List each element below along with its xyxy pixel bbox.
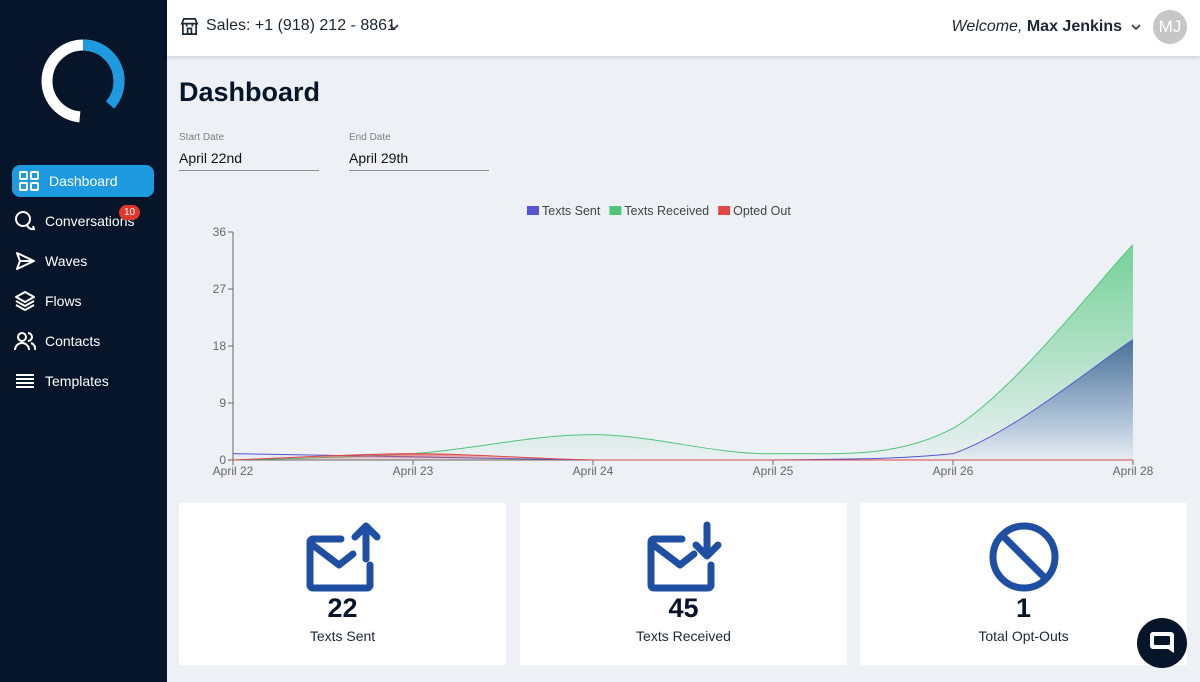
total-opt-outs-value: 1 xyxy=(1015,593,1032,623)
x-tick-label: April 25 xyxy=(753,464,794,478)
chat-icon xyxy=(1150,632,1174,653)
sidebar-item-label: Dashboard xyxy=(49,173,118,189)
start-date-value: April 22nd xyxy=(179,150,243,166)
chevron-down-icon[interactable] xyxy=(387,20,401,34)
y-tick-label: 18 xyxy=(213,339,227,353)
sidebar-item-waves[interactable]: Waves xyxy=(12,245,154,277)
legend-swatch-opted-out xyxy=(718,206,731,215)
user-name: Max Jenkins xyxy=(1026,18,1122,35)
x-tick-label: April 28 xyxy=(1113,464,1154,478)
sidebar-item-contacts[interactable]: Contacts xyxy=(12,325,154,357)
x-tick-label: April 24 xyxy=(573,464,614,478)
top-bar: Sales: +1 (918) 212 - 8861 Welcome, Max … xyxy=(167,0,1200,56)
chevron-down-icon[interactable] xyxy=(1129,20,1143,34)
send-icon xyxy=(14,250,36,272)
x-tick-label: April 23 xyxy=(393,464,434,478)
texts-sent-label: Texts Sent xyxy=(309,628,376,644)
chat-widget-button[interactable] xyxy=(1137,618,1187,668)
list-icon xyxy=(14,370,36,392)
sidebar-item-conversations[interactable]: Conversations 10 xyxy=(12,205,154,237)
y-tick-label: 9 xyxy=(219,396,226,410)
layers-icon xyxy=(14,290,36,312)
sidebar-nav: Dashboard Conversations 10 Waves Flows C… xyxy=(12,165,154,405)
end-date-field[interactable]: End Date April 29th xyxy=(349,130,489,171)
legend-swatch-texts-sent xyxy=(527,206,539,215)
texts-chart: 09182736April 22 April 23 April 24 April 25… xyxy=(213,204,1154,478)
legend-label-texts-received: Texts Received xyxy=(624,204,709,218)
end-date-value: April 29th xyxy=(349,150,409,166)
card-texts-sent: 22 Texts Sent xyxy=(179,503,506,665)
sidebar-item-label: Contacts xyxy=(45,333,101,349)
welcome-prefix: Welcome, xyxy=(951,18,1023,35)
avatar[interactable]: MJ xyxy=(1153,10,1187,44)
sidebar-item-templates[interactable]: Templates xyxy=(12,365,154,397)
sidebar: Dashboard Conversations 10 Waves Flows C… xyxy=(0,0,167,682)
sidebar-item-label: Waves xyxy=(45,253,88,269)
block-icon xyxy=(989,522,1058,592)
card-texts-received: 45 Texts Received xyxy=(520,503,847,665)
page-title: Dashboard xyxy=(179,77,321,107)
start-date-label: Start Date xyxy=(179,132,225,143)
app-logo[interactable] xyxy=(40,38,126,124)
sidebar-item-flows[interactable]: Flows xyxy=(12,285,154,317)
legend-label-opted-out: Opted Out xyxy=(733,204,791,218)
end-date-label: End Date xyxy=(349,132,391,143)
start-date-field[interactable]: Start Date April 22nd xyxy=(179,130,319,171)
x-tick-label: April 26 xyxy=(933,464,974,478)
mail-receive-icon xyxy=(647,521,721,592)
texts-received-label: Texts Received xyxy=(636,628,731,644)
phone-selector[interactable]: Sales: +1 (918) 212 - 8861 xyxy=(206,17,396,35)
texts-received-value: 45 xyxy=(668,593,699,623)
mail-send-icon xyxy=(306,522,380,592)
unread-badge: 10 xyxy=(119,205,141,220)
sidebar-item-dashboard[interactable]: Dashboard xyxy=(12,165,154,197)
welcome-text[interactable]: Welcome, Max Jenkins xyxy=(952,18,1122,36)
texts-received-area xyxy=(233,244,1133,460)
sidebar-item-label: Templates xyxy=(45,373,109,389)
chat-bubbles-icon xyxy=(14,210,36,232)
legend-swatch-texts-received xyxy=(609,206,622,215)
y-tick-label: 36 xyxy=(213,225,227,239)
store-icon xyxy=(180,18,199,35)
grid-icon xyxy=(18,170,40,192)
y-tick-label: 27 xyxy=(213,282,227,296)
texts-sent-value: 22 xyxy=(327,593,358,623)
sidebar-item-label: Flows xyxy=(45,293,82,309)
users-icon xyxy=(14,330,36,352)
legend-label-texts-sent: Texts Sent xyxy=(542,204,601,218)
x-tick-label: April 22 xyxy=(213,464,254,478)
